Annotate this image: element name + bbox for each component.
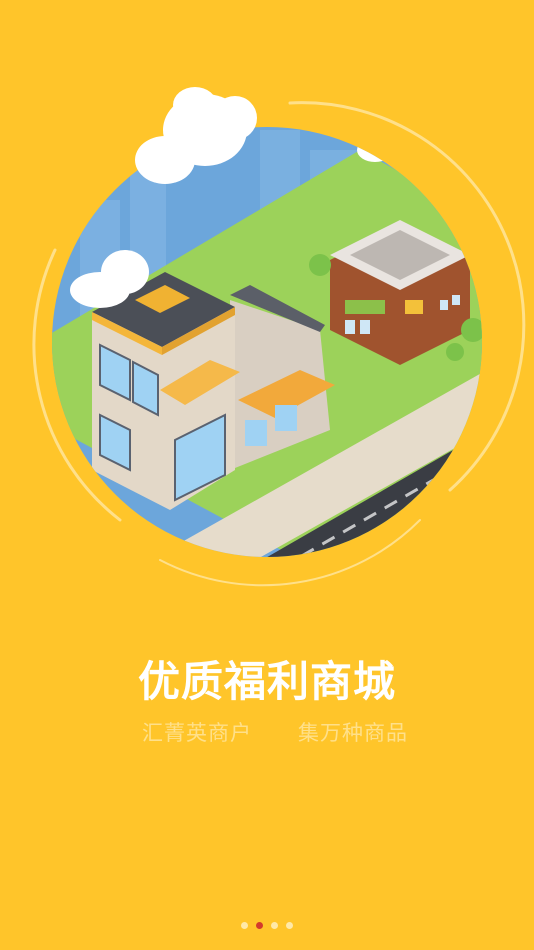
- subtitle-right: 集万种商品: [298, 721, 408, 745]
- page-dot-active[interactable]: [256, 922, 263, 929]
- page-dot[interactable]: [241, 922, 248, 929]
- page-dot[interactable]: [286, 922, 293, 929]
- subtitle-left: 汇菁英商户: [142, 721, 252, 745]
- illustration-scene: [52, 127, 482, 557]
- page-dot[interactable]: [271, 922, 278, 929]
- onboarding-illustration: [32, 87, 526, 587]
- page-title: 优质福利商城: [137, 657, 396, 706]
- page-indicator: [0, 922, 534, 929]
